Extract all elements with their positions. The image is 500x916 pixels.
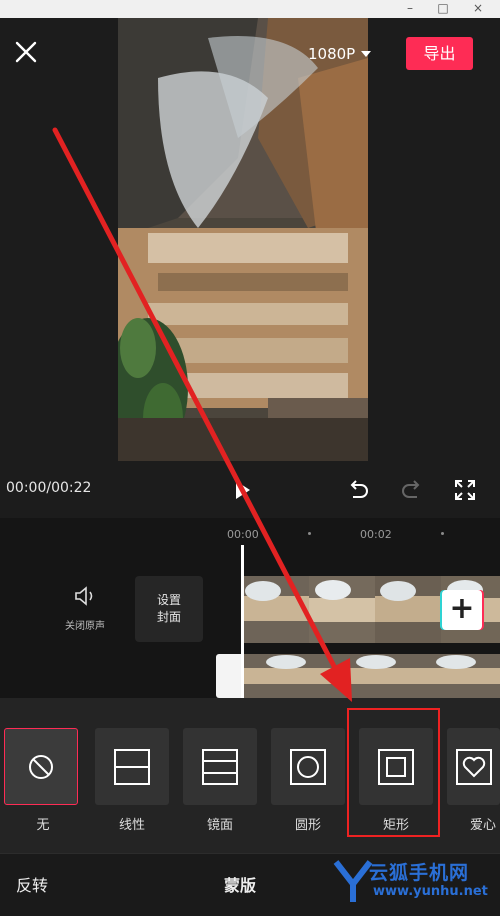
close-icon[interactable] bbox=[12, 38, 40, 66]
heart-mask-icon bbox=[455, 748, 492, 785]
add-clip-button[interactable]: + bbox=[442, 590, 482, 630]
mask-option-circle[interactable] bbox=[271, 728, 345, 805]
mask-label: 圆形 bbox=[294, 818, 321, 833]
mask-option-none[interactable] bbox=[4, 728, 78, 805]
panel-title: 蒙版 bbox=[224, 876, 257, 895]
mirror-mask-icon bbox=[202, 748, 238, 785]
invert-button[interactable]: 反转 bbox=[16, 872, 48, 896]
minimize-button[interactable]: – bbox=[392, 0, 428, 18]
window-close-button[interactable]: × bbox=[460, 0, 496, 18]
circle-mask-icon bbox=[290, 748, 326, 785]
export-button[interactable]: 导出 bbox=[406, 37, 473, 70]
resolution-label: 1080P bbox=[308, 45, 356, 63]
speaker-icon bbox=[75, 586, 93, 606]
mask-label: 爱心 bbox=[470, 818, 497, 833]
mask-label: 线性 bbox=[118, 818, 145, 833]
watermark: 云狐手机网 www.yunhu.net bbox=[333, 856, 500, 906]
redo-icon[interactable] bbox=[397, 476, 425, 504]
clip-thumbnail bbox=[243, 576, 309, 643]
ruler-dot bbox=[308, 532, 311, 535]
mask-option-heart[interactable] bbox=[447, 728, 500, 805]
ruler-tick-label: 00:02 bbox=[360, 528, 392, 541]
ruler-dot bbox=[441, 532, 444, 535]
caret-down-icon bbox=[361, 51, 372, 57]
watermark-url: www.yunhu.net bbox=[373, 884, 488, 899]
play-icon[interactable] bbox=[228, 476, 256, 504]
mask-label: 无 bbox=[36, 818, 50, 833]
cover-label-line1: 设置 bbox=[156, 593, 181, 607]
undo-icon[interactable] bbox=[345, 476, 373, 504]
second-clip-track[interactable] bbox=[216, 654, 500, 698]
annotation-highlight-box bbox=[347, 708, 440, 837]
mask-option-linear[interactable] bbox=[95, 728, 169, 805]
clip-trim-handle[interactable] bbox=[216, 654, 242, 698]
timecode: 00:00/00:22 bbox=[6, 480, 92, 496]
set-cover-button[interactable]: 设置 封面 bbox=[135, 576, 203, 642]
linear-mask-icon bbox=[114, 748, 150, 785]
mask-option-mirror[interactable] bbox=[183, 728, 257, 805]
watermark-logo bbox=[333, 860, 373, 902]
maximize-button[interactable]: □ bbox=[425, 0, 461, 18]
resolution-selector[interactable]: 1080P bbox=[308, 40, 372, 68]
mute-original-button[interactable]: 关闭原声 bbox=[60, 585, 110, 632]
mask-label: 镜面 bbox=[206, 818, 233, 833]
fullscreen-icon[interactable] bbox=[451, 476, 479, 504]
ruler-tick-label: 00:00 bbox=[227, 528, 259, 541]
clip-thumbnail bbox=[309, 576, 375, 643]
playhead[interactable] bbox=[241, 545, 244, 698]
video-preview bbox=[118, 18, 368, 461]
window-titlebar: – □ × bbox=[0, 0, 500, 18]
mute-label: 关闭原声 bbox=[65, 621, 105, 632]
watermark-brand: 云狐手机网 bbox=[369, 862, 470, 884]
clip-thumbnail bbox=[375, 576, 441, 643]
none-icon bbox=[29, 754, 53, 779]
cover-label-line2: 封面 bbox=[156, 610, 181, 624]
